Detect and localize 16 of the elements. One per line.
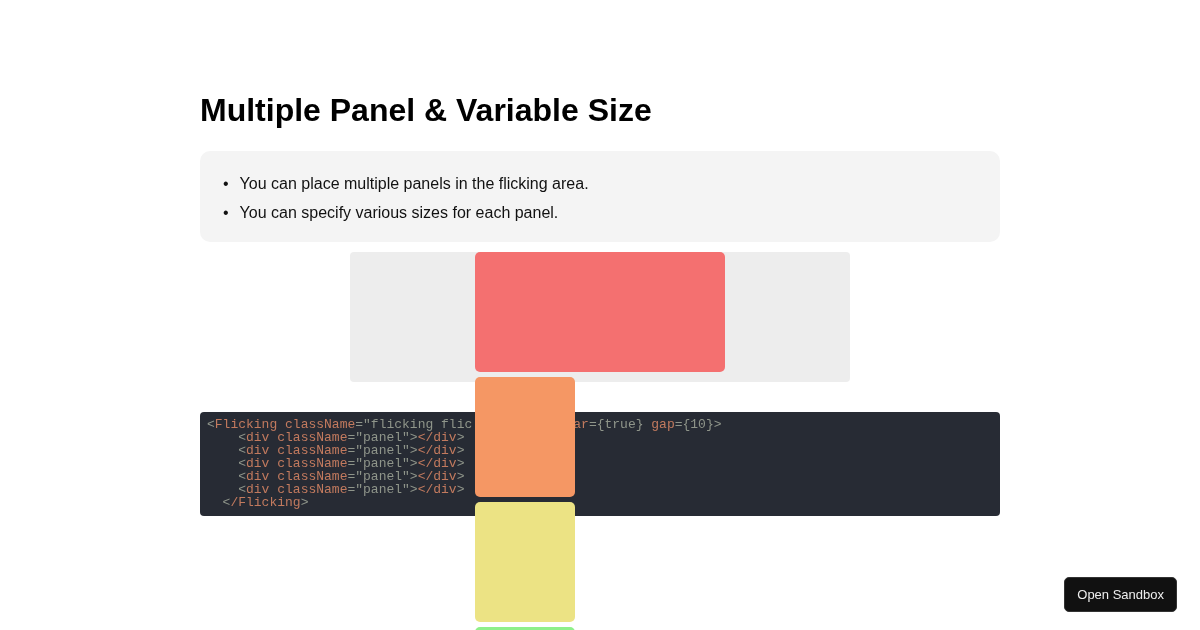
- code-line: <div className="panel"></div>: [237, 483, 465, 496]
- code-line: <div className="panel"></div>: [237, 444, 465, 457]
- code-line: <Flicking className="flicking flic: [207, 418, 473, 431]
- code-line: <div className="panel"></div>: [237, 457, 465, 470]
- panel[interactable]: [475, 502, 575, 622]
- code-line: <div className="panel"></div>: [237, 470, 465, 483]
- code-line: </Flicking>: [221, 496, 309, 509]
- bullet-text: You can place multiple panels in the flicking area.: [239, 174, 589, 194]
- bullet-mark: •: [223, 203, 229, 223]
- code-line: <div className="panel"></div>: [238, 431, 465, 444]
- bullet-mark: •: [223, 174, 229, 194]
- open-sandbox-button[interactable]: Open Sandbox: [1064, 577, 1177, 612]
- panel[interactable]: [475, 252, 725, 372]
- bullet-text: You can specify various sizes for each panel.: [239, 203, 559, 223]
- page-title: Multiple Panel & Variable Size: [200, 91, 652, 129]
- panel[interactable]: [475, 377, 575, 497]
